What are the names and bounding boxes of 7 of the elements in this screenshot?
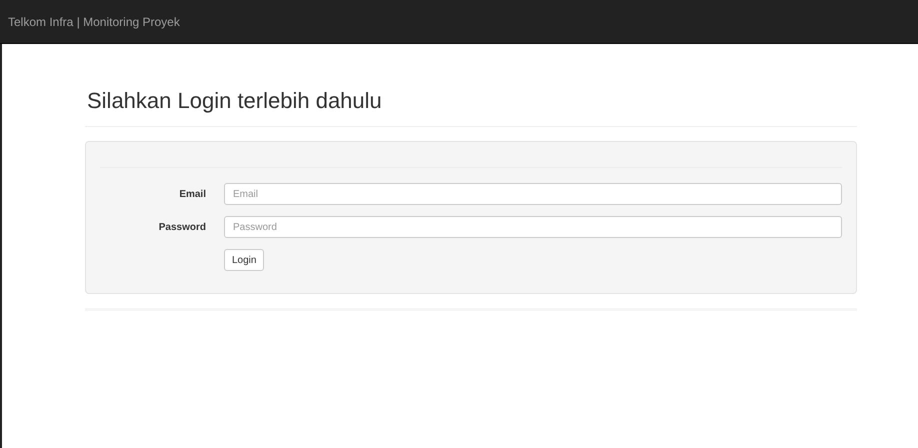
page-heading: Silahkan Login terlebih dahulu (87, 87, 383, 115)
input-field[interactable]: Email (224, 183, 842, 205)
field-label: Email (178, 188, 206, 200)
login-button[interactable]: Login (224, 249, 264, 271)
input-field[interactable]: Password (224, 216, 842, 238)
brand-link[interactable]: Telkom Infra | Monitoring Proyek (8, 14, 180, 28)
field-label: Password (158, 222, 206, 232)
